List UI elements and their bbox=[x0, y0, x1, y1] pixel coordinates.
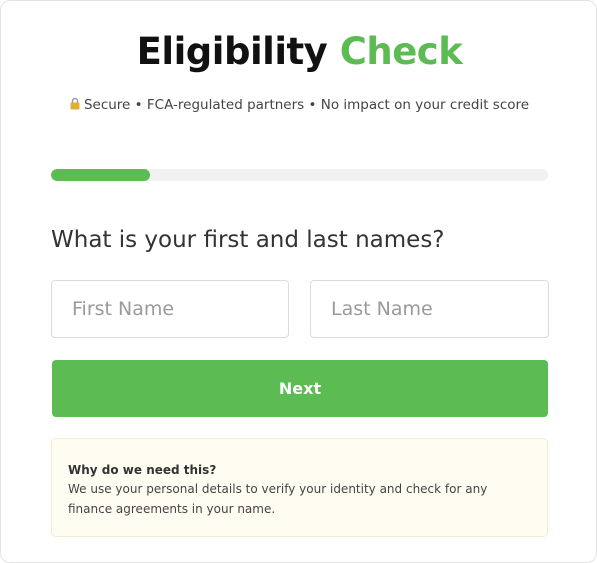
first-name-input[interactable] bbox=[51, 280, 289, 338]
trust-subtitle-text: Secure • FCA-regulated partners • No imp… bbox=[83, 97, 530, 113]
page-title-primary: Eligibility bbox=[136, 30, 328, 73]
progress-bar-fill bbox=[51, 169, 151, 181]
last-name-input[interactable] bbox=[310, 280, 549, 338]
info-text: We use your personal details to verify y… bbox=[68, 482, 488, 516]
page-title: Eligibility Check bbox=[1, 29, 597, 75]
progress-bar bbox=[51, 169, 548, 181]
info-title: Why do we need this? bbox=[68, 463, 217, 477]
next-button[interactable]: Next bbox=[52, 360, 548, 417]
page-title-accent: Check bbox=[339, 30, 463, 73]
info-box: Why do we need this? We use your persona… bbox=[51, 438, 548, 537]
eligibility-card: Eligibility Check Secure • FCA-regulated… bbox=[0, 0, 597, 563]
trust-subtitle: Secure • FCA-regulated partners • No imp… bbox=[1, 95, 597, 115]
question-heading: What is your first and last names? bbox=[51, 227, 445, 253]
lock-icon bbox=[70, 97, 80, 110]
